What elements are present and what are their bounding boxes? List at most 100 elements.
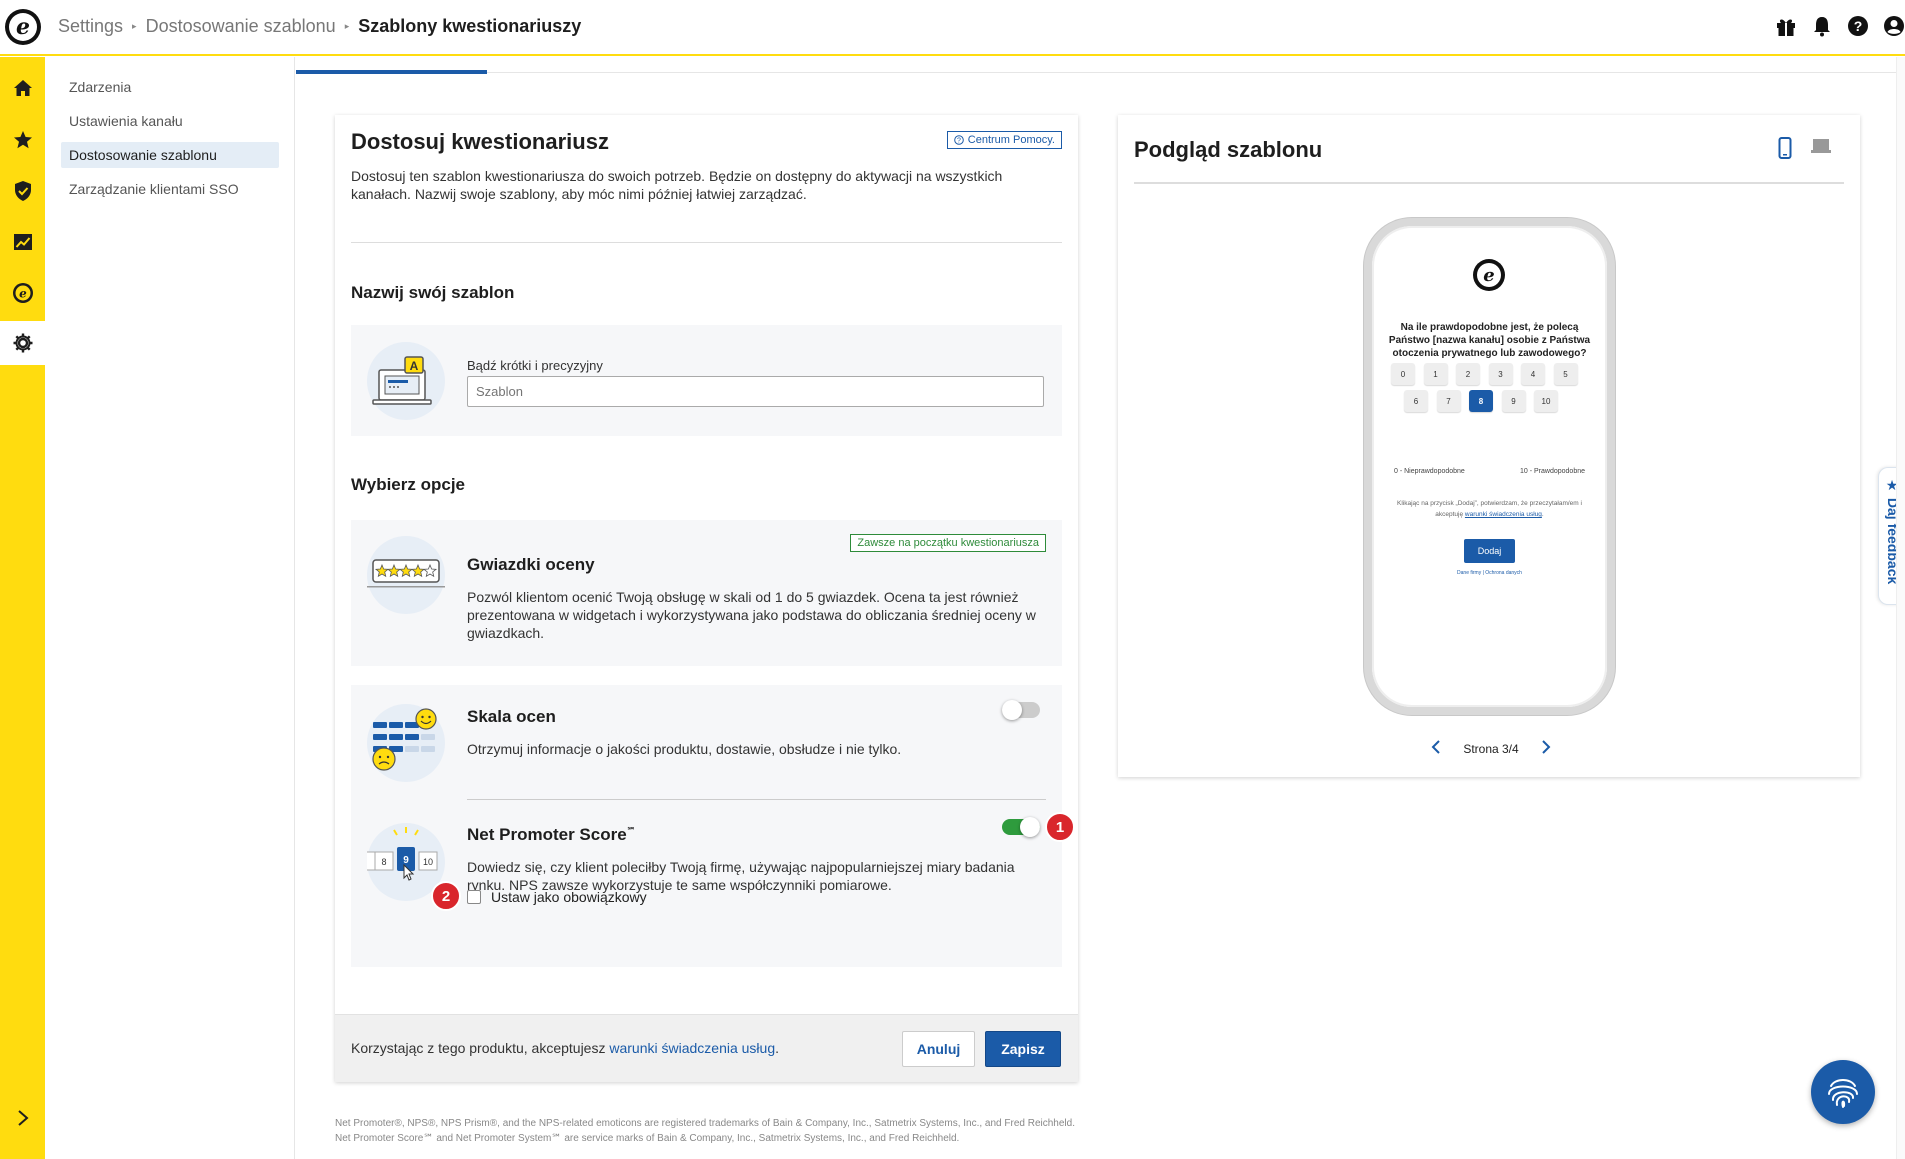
subnav-item-template-customization[interactable]: Dostosowanie szablonu <box>61 142 279 168</box>
toggle-knob <box>1020 817 1040 837</box>
preview-page-label: Strona 3/4 <box>1463 741 1519 756</box>
nav-trust[interactable] <box>0 169 45 213</box>
preview-score-2[interactable]: 2 <box>1456 363 1480 385</box>
nps-illustration-number: 10 <box>423 857 433 867</box>
subnav-item-sso-clients[interactable]: Zarządzanie klientami SSO <box>61 176 279 202</box>
preview-score-3[interactable]: 3 <box>1488 363 1513 385</box>
nps-mandatory-label[interactable]: Ustaw jako obowiązkowy <box>491 889 647 905</box>
preview-score-9[interactable]: 9 <box>1501 390 1526 412</box>
breadcrumb-item-template[interactable]: Dostosowanie szablonu <box>146 16 336 37</box>
preview-score-6[interactable]: 6 <box>1404 390 1428 412</box>
toggle-knob <box>1002 700 1022 720</box>
chart-icon <box>13 234 32 250</box>
card-description: Dostosuj ten szablon kwestionariusza do … <box>351 168 1003 202</box>
option-scale-toggle[interactable] <box>1002 700 1040 720</box>
nav-settings[interactable] <box>0 321 45 365</box>
gear-icon <box>13 333 32 353</box>
fingerprint-button[interactable] <box>1811 1060 1875 1124</box>
option-nps-service-mark: ℠ <box>626 825 636 836</box>
preview-logo: e <box>1473 259 1505 291</box>
step-marker-1: 1 <box>1045 812 1075 842</box>
preview-score-1[interactable]: 1 <box>1423 363 1448 385</box>
brand-e-icon: e <box>12 283 33 303</box>
card-title: Dostosuj kwestionariusz <box>351 129 609 154</box>
rating-scale-illustration-icon <box>367 704 445 782</box>
preview-logo-letter: e <box>1477 263 1501 287</box>
customize-questionnaire-card: Dostosuj kwestionariusz ? Centrum Pomocy… <box>335 115 1078 1082</box>
nps-mandatory-checkbox[interactable] <box>467 890 481 904</box>
preview-consent: Klikając na przycisk „Dodaj”, potwierdza… <box>1394 498 1585 520</box>
preview-title: Podgląd szablonu <box>1134 137 1323 162</box>
preview-consent-link[interactable]: warunki świadczenia usług <box>1465 511 1542 518</box>
option-nps-title: Net Promoter Score℠ <box>467 825 636 845</box>
preview-scale-low: 0 - Nieprawdopodobne <box>1394 468 1465 475</box>
nps-illustration-number: 8 <box>381 857 386 867</box>
preview-score-0[interactable]: 0 <box>1391 363 1415 385</box>
subnav-item-events[interactable]: Zdarzenia <box>61 74 279 100</box>
breadcrumb: Settings ▸ Dostosowanie szablonu ▸ Szabl… <box>58 16 581 37</box>
home-icon <box>13 80 32 96</box>
preview-question: Na ile prawdopodobne jest, że polecą Pań… <box>1388 322 1591 359</box>
option-stars-description: Pozwól klientom ocenić Twoją obsługę w s… <box>467 589 1036 641</box>
page-scrollbar[interactable] <box>1896 57 1905 1159</box>
nav-brand[interactable]: e <box>0 271 45 315</box>
preview-score-7[interactable]: 7 <box>1436 390 1461 412</box>
laptop-illustration-icon: A <box>367 342 445 420</box>
main-nav-rail: e <box>0 57 45 1159</box>
mobile-device-icon[interactable] <box>1778 137 1792 164</box>
chevron-right-icon[interactable] <box>1541 740 1551 757</box>
svg-text:?: ? <box>1854 18 1863 34</box>
divider <box>351 242 1062 243</box>
name-section-title: Nazwij swój szablon <box>351 283 515 302</box>
template-preview-card: Podgląd szablonu e Na ile prawdopodobne … <box>1118 115 1860 777</box>
option-stars-title: Gwiazdki oceny <box>467 555 595 574</box>
terms-text: Korzystając z tego produktu, akceptujesz… <box>351 1040 779 1056</box>
preview-score-5[interactable]: 5 <box>1553 363 1578 385</box>
help-icon[interactable]: ? <box>1847 14 1869 38</box>
option-scale-description: Otrzymuj informacje o jakości produktu, … <box>467 741 902 757</box>
help-circle-icon: ? <box>953 135 964 145</box>
top-icons: ? <box>1775 14 1905 38</box>
user-account-icon[interactable] <box>1883 14 1905 38</box>
breadcrumb-separator-icon: ▸ <box>132 21 137 31</box>
option-nps-toggle[interactable] <box>1002 817 1040 837</box>
preview-score-8[interactable]: 8 <box>1469 390 1493 412</box>
nav-analytics[interactable] <box>0 220 45 264</box>
subnav-item-channel-settings[interactable]: Ustawienia kanału <box>61 108 279 134</box>
legal-notice: Net Promoter®, NPS®, NPS Prism®, and the… <box>335 1118 1075 1144</box>
gift-icon[interactable] <box>1775 14 1797 38</box>
svg-text:?: ? <box>957 138 961 145</box>
preview-score-4[interactable]: 4 <box>1521 363 1545 385</box>
preview-score-10[interactable]: 10 <box>1534 390 1558 412</box>
phone-mockup: e Na ile prawdopodobne jest, że polecą P… <box>1372 226 1607 707</box>
preview-submit-button[interactable]: Dodaj <box>1464 539 1515 563</box>
terms-link[interactable]: warunki świadczenia usług <box>609 1040 775 1056</box>
options-section-title: Wybierz opcje <box>351 475 465 494</box>
chevron-left-icon[interactable] <box>1431 740 1441 757</box>
shield-check-icon <box>14 181 31 201</box>
tab-active-indicator[interactable] <box>296 70 487 74</box>
card-footer: Korzystając z tego produktu, akceptujesz… <box>335 1014 1078 1082</box>
preview-footer-links[interactable]: Dane firmy | Ochrona danych <box>1372 570 1607 576</box>
option-stars-panel: Zawsze na początku kwestionariusza Gwiaz… <box>351 520 1062 666</box>
svg-text:e: e <box>19 287 27 301</box>
cancel-button[interactable]: Anuluj <box>902 1031 975 1067</box>
bell-icon[interactable] <box>1811 14 1833 38</box>
tab-strip <box>296 72 1896 73</box>
terms-prefix: Korzystając z tego produktu, akceptujesz <box>351 1040 610 1056</box>
template-name-label: Bądź krótki i precyzyjny <box>467 358 603 373</box>
device-switcher <box>1778 137 1832 164</box>
expand-nav-button[interactable] <box>0 1103 45 1133</box>
breadcrumb-item-settings[interactable]: Settings <box>58 16 123 37</box>
settings-subnav: Zdarzenia Ustawienia kanału Dostosowanie… <box>45 57 295 1159</box>
app-logo[interactable]: e <box>5 9 41 45</box>
nav-home[interactable] <box>0 66 45 110</box>
template-name-input[interactable] <box>467 376 1044 407</box>
save-button[interactable]: Zapisz <box>985 1031 1061 1067</box>
nav-reviews[interactable] <box>0 118 45 162</box>
help-center-link[interactable]: ? Centrum Pomocy. <box>946 131 1062 149</box>
option-nps-title-text: Net Promoter Score <box>467 825 627 844</box>
desktop-device-icon[interactable] <box>1810 137 1832 164</box>
fingerprint-icon <box>1828 1079 1858 1108</box>
nps-illustration-number: 9 <box>403 855 409 866</box>
